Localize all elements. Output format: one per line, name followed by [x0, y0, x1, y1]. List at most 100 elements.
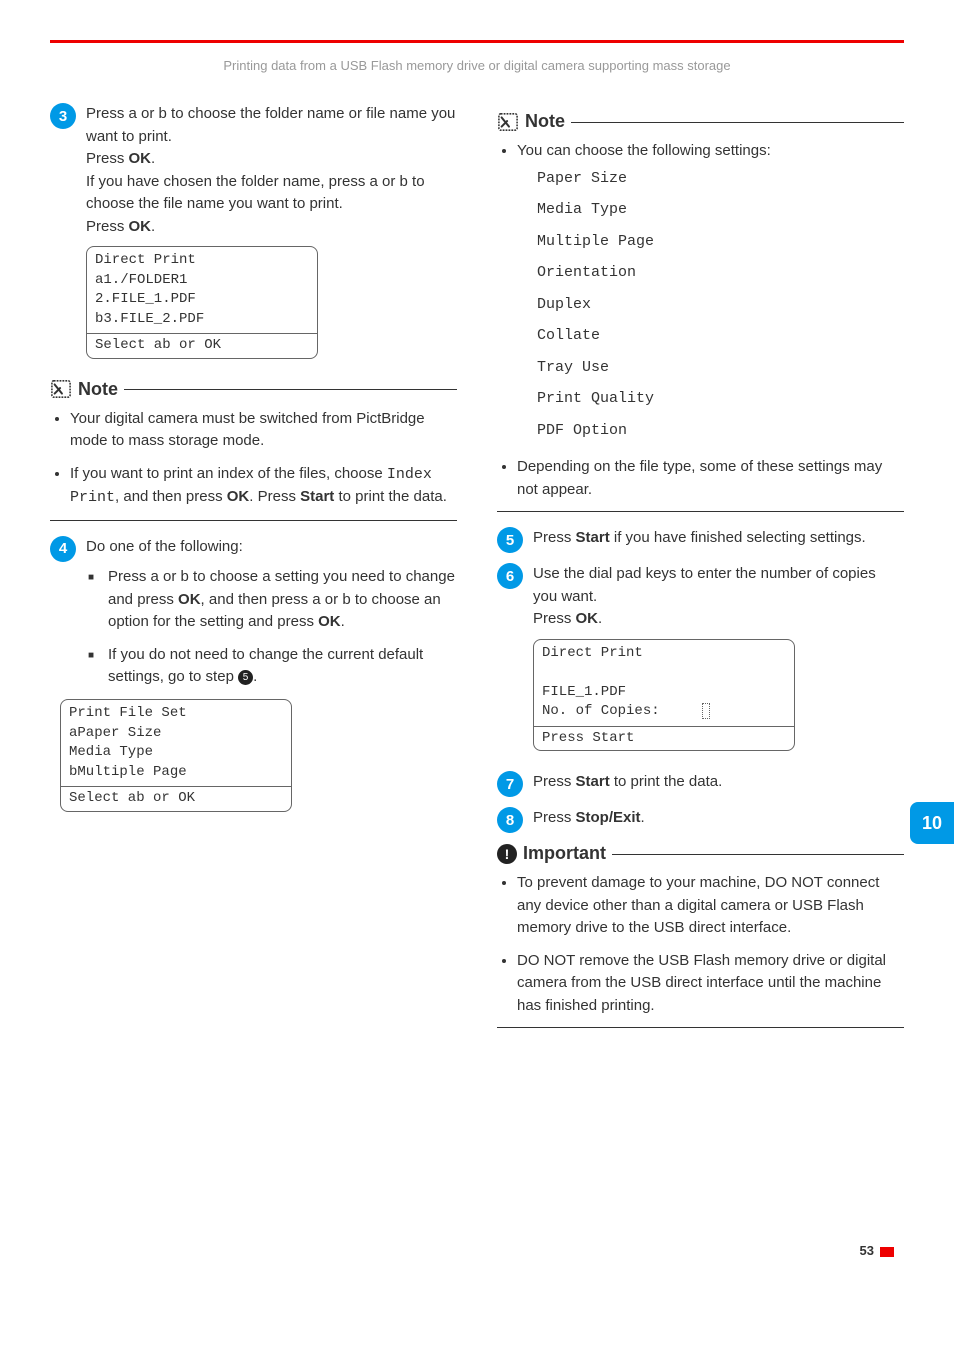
ok-label: OK	[318, 613, 341, 630]
setting-item: Tray Use	[537, 352, 904, 384]
text: .	[151, 218, 155, 235]
lcd-line: Direct Print	[542, 644, 786, 664]
step-4: 4 Do one of the following: Press a or b …	[50, 536, 457, 822]
setting-item: PDF Option	[537, 415, 904, 447]
text: If you do not need to change the current…	[108, 646, 423, 686]
step-8: 8 Press Stop/Exit.	[497, 807, 904, 833]
text: , and then press	[115, 488, 227, 505]
start-label: Start	[576, 529, 610, 546]
arrow-down-icon: b	[181, 568, 189, 585]
important-bullet: To prevent damage to your machine, DO NO…	[517, 872, 904, 940]
breadcrumb: Printing data from a USB Flash memory dr…	[0, 58, 954, 73]
setting-item: Orientation	[537, 257, 904, 289]
sub-bullet: If you do not need to change the current…	[108, 644, 457, 689]
ok-label: OK	[576, 610, 599, 627]
text: or	[378, 173, 400, 190]
lcd-line: No. of Copies:	[542, 702, 786, 722]
lcd-line: 2.FILE_1.PDF	[95, 290, 309, 310]
note-block-1: Note Your digital camera must be switche…	[50, 379, 457, 521]
divider	[497, 511, 904, 512]
note-bullet: You can choose the following settings: P…	[517, 140, 904, 446]
page-num-bar-icon	[880, 1247, 894, 1257]
lcd-line: bMultiple Page	[69, 763, 283, 783]
note-rule	[124, 388, 457, 390]
step-num-5: 5	[497, 527, 523, 553]
text: Press	[533, 773, 576, 790]
text: Press	[533, 529, 576, 546]
text: Press	[108, 568, 151, 585]
note-title: Note	[78, 379, 118, 400]
divider	[50, 520, 457, 521]
note-icon	[497, 112, 519, 132]
step-3: 3 Press a or b to choose the folder name…	[50, 103, 457, 369]
text: Press	[86, 105, 129, 122]
text: .	[151, 150, 155, 167]
text: If you have chosen the folder name, pres…	[86, 173, 370, 190]
important-block: ! Important To prevent damage to your ma…	[497, 843, 904, 1028]
text: or	[159, 568, 181, 585]
ok-label: OK	[129, 218, 152, 235]
note-icon	[50, 379, 72, 399]
page-number: 53	[0, 1243, 954, 1288]
arrow-up-icon: a	[312, 591, 320, 608]
setting-item: Paper Size	[537, 163, 904, 195]
important-icon: !	[497, 844, 517, 864]
text: to print the data.	[610, 773, 723, 790]
left-column: 3 Press a or b to choose the folder name…	[50, 103, 457, 1043]
arrow-up-icon: a	[370, 173, 378, 190]
step-num-8: 8	[497, 807, 523, 833]
text: You can choose the following settings:	[517, 142, 771, 159]
step-6: 6 Use the dial pad keys to enter the num…	[497, 563, 904, 761]
lcd-footer: Select ab or OK	[61, 786, 291, 811]
note-title: Note	[525, 111, 565, 132]
sub-bullet: Press a or b to choose a setting you nee…	[108, 566, 457, 634]
stop-exit-label: Stop/Exit	[576, 809, 641, 826]
text: .	[253, 668, 257, 685]
step-ref-5: 5	[238, 670, 253, 685]
start-label: Start	[576, 773, 610, 790]
right-column: Note You can choose the following settin…	[497, 103, 904, 1043]
setting-item: Print Quality	[537, 383, 904, 415]
step-5: 5 Press Start if you have finished selec…	[497, 527, 904, 553]
divider	[497, 1027, 904, 1028]
step-7: 7 Press Start to print the data.	[497, 771, 904, 797]
text: Use the dial pad keys to enter the numbe…	[533, 565, 876, 605]
arrow-up-icon: a	[129, 105, 137, 122]
ok-label: OK	[227, 488, 250, 505]
lcd-line: Print File Set	[69, 704, 283, 724]
ok-label: OK	[178, 591, 201, 608]
settings-list: Paper Size Media Type Multiple Page Orie…	[517, 163, 904, 447]
note-rule	[612, 853, 904, 855]
setting-item: Media Type	[537, 194, 904, 226]
text: .	[641, 809, 645, 826]
important-bullet: DO NOT remove the USB Flash memory drive…	[517, 950, 904, 1018]
step-num-4: 4	[50, 536, 76, 562]
text: . Press	[249, 488, 300, 505]
text: Press	[533, 610, 576, 627]
arrow-up-icon: a	[151, 568, 159, 585]
lcd-line: a1./FOLDER1	[95, 271, 309, 291]
note-rule	[571, 121, 904, 123]
cursor-icon	[702, 703, 710, 719]
step-num-6: 6	[497, 563, 523, 589]
ok-label: OK	[129, 150, 152, 167]
lcd-footer: Press Start	[534, 726, 794, 751]
lcd-line: Media Type	[69, 743, 283, 763]
text: or	[137, 105, 159, 122]
text: Press	[86, 150, 129, 167]
lcd-display-1: Direct Print a1./FOLDER1 2.FILE_1.PDF b3…	[86, 246, 318, 359]
note-bullet: Depending on the file type, some of thes…	[517, 456, 904, 501]
lcd-line: aPaper Size	[69, 724, 283, 744]
text: If you want to print an index of the fil…	[70, 465, 387, 482]
note-block-2: Note You can choose the following settin…	[497, 111, 904, 512]
arrow-down-icon: b	[342, 591, 350, 608]
text: , and then press	[201, 591, 313, 608]
important-title: Important	[523, 843, 606, 864]
arrow-down-icon: b	[159, 105, 167, 122]
text: .	[341, 613, 345, 630]
lcd-line: Direct Print	[95, 251, 309, 271]
lcd-line: FILE_1.PDF	[542, 683, 786, 703]
setting-item: Duplex	[537, 289, 904, 321]
header-rule	[50, 40, 904, 43]
setting-item: Collate	[537, 320, 904, 352]
